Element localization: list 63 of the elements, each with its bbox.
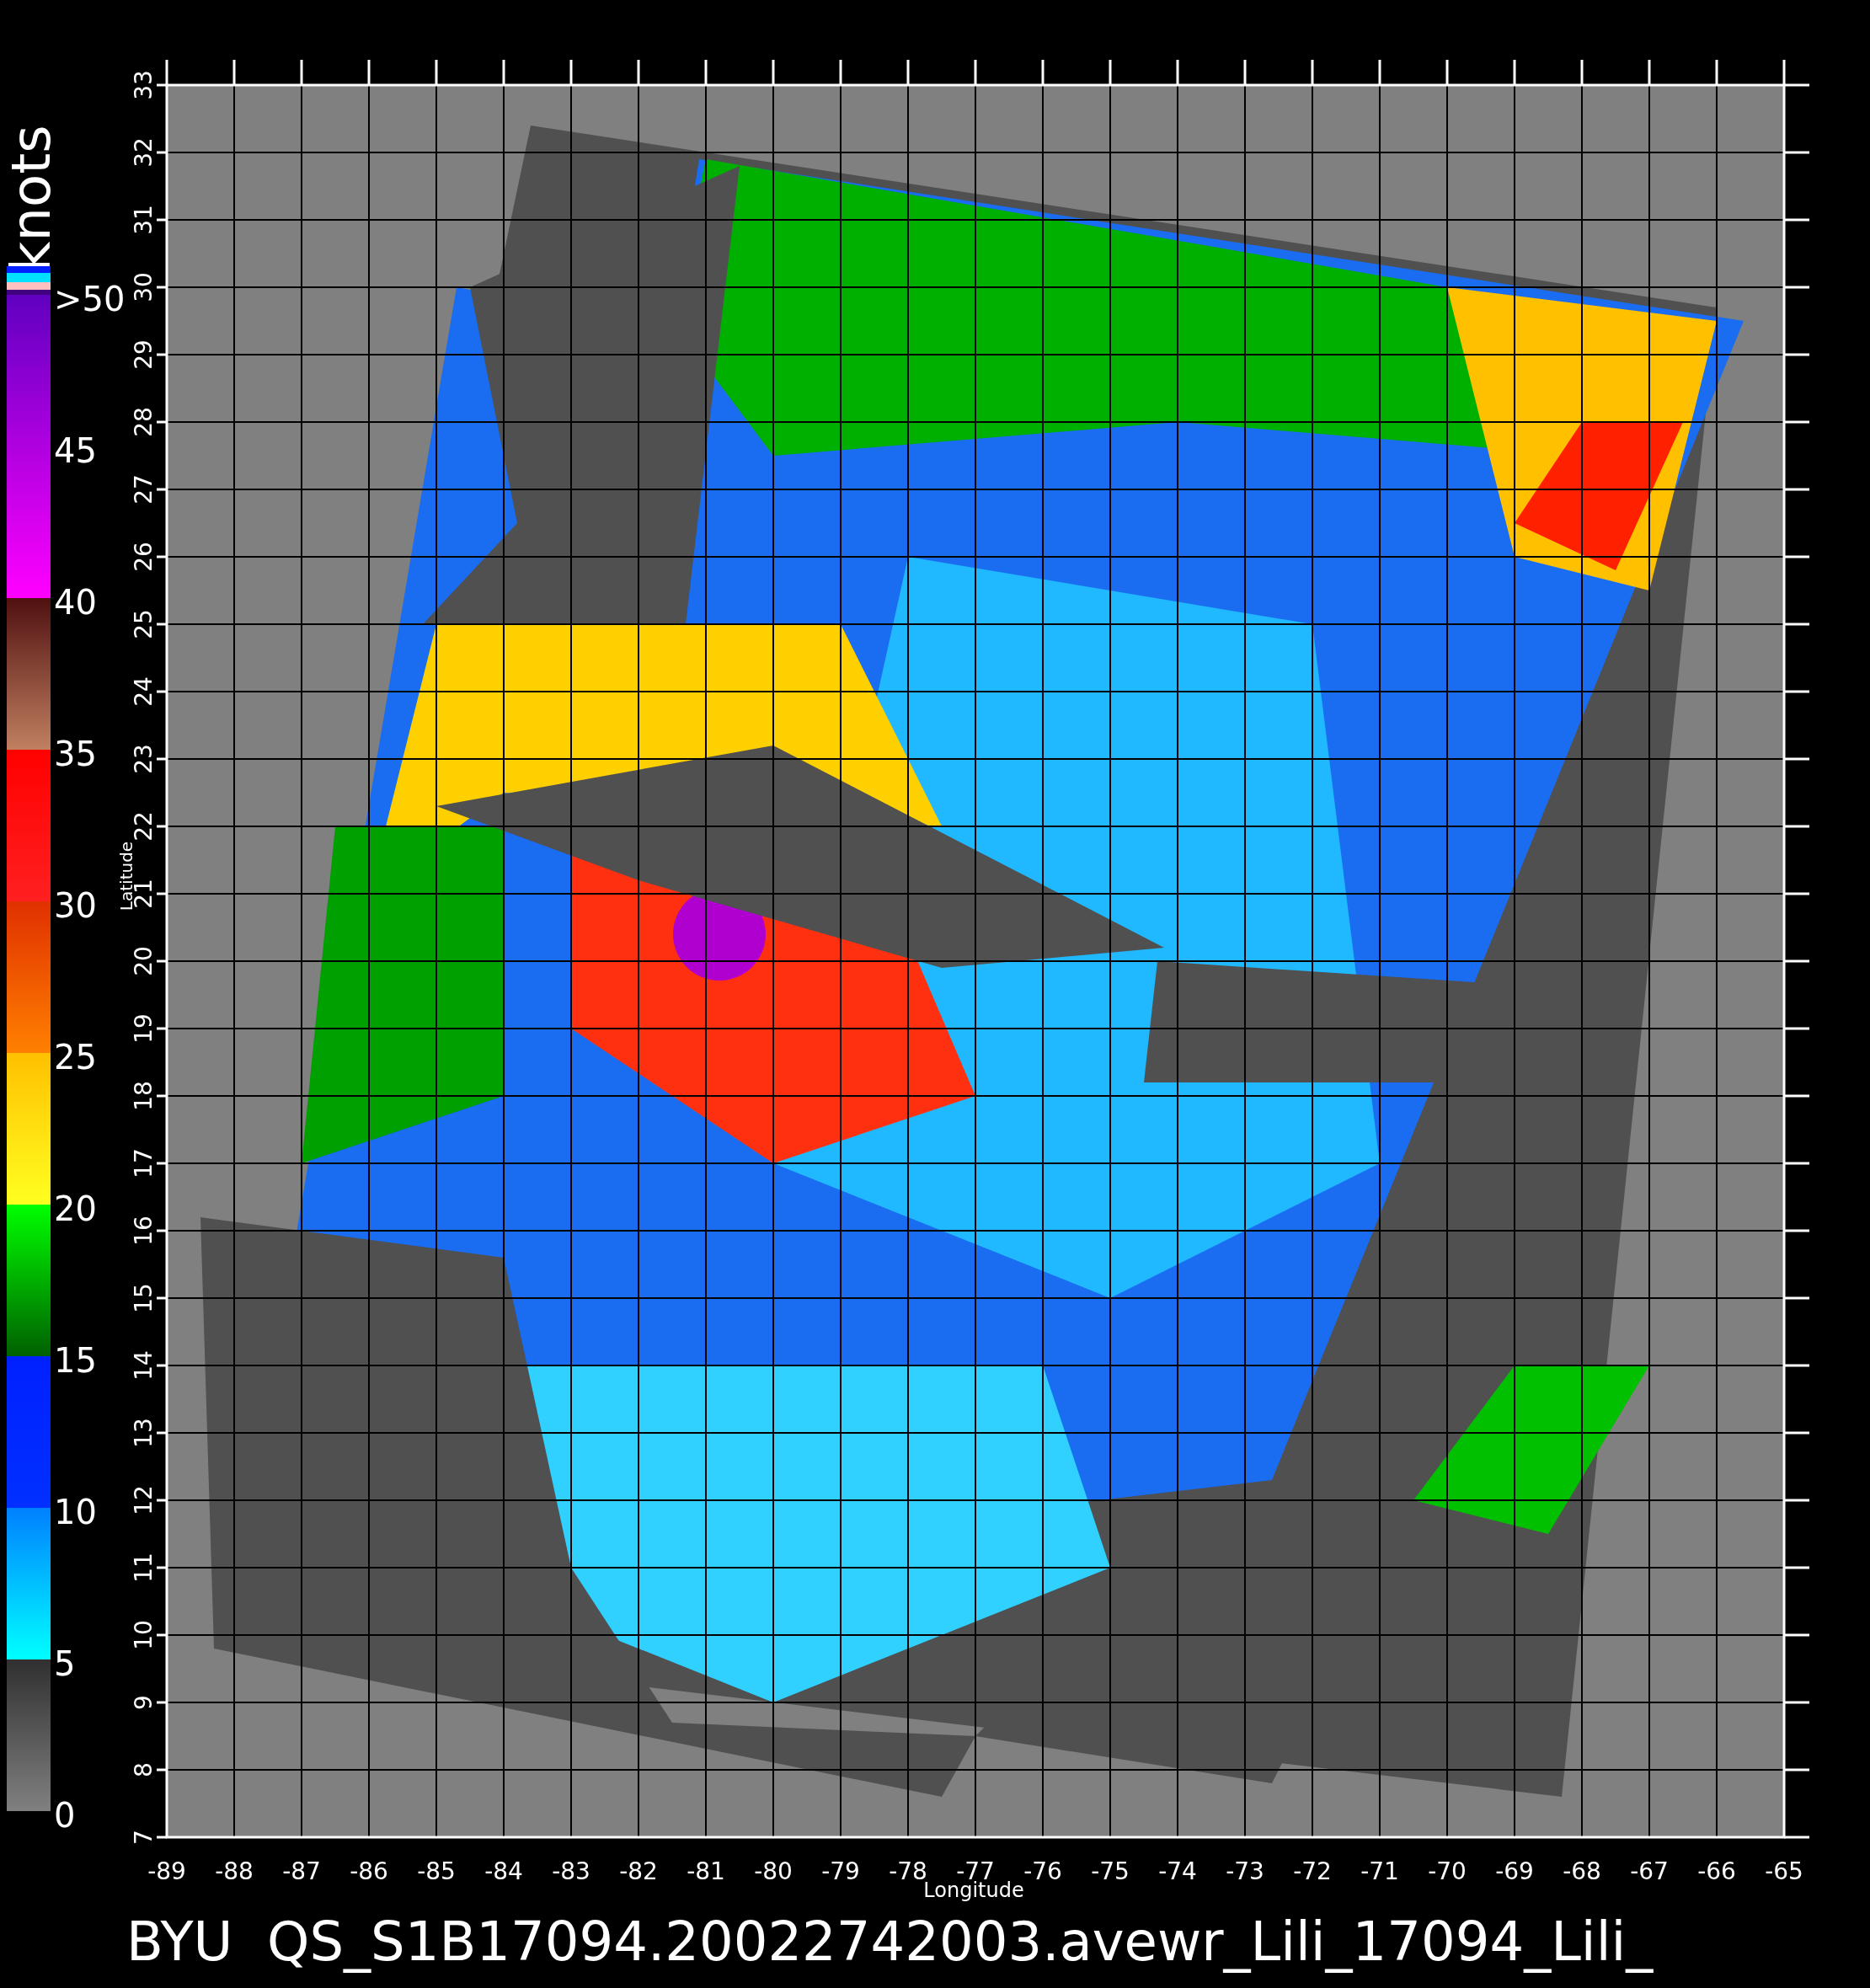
tick-label: 9: [129, 1695, 158, 1710]
scale-label: 45: [54, 430, 97, 472]
tick-label: 11: [129, 1552, 158, 1583]
tick-label: -82: [619, 1857, 658, 1885]
scale-label: 35: [54, 734, 97, 775]
tick-label: -75: [1091, 1857, 1130, 1885]
tick-label: -79: [821, 1857, 860, 1885]
tick-label: 15: [129, 1283, 158, 1313]
tick-label: 19: [129, 1013, 158, 1044]
tick-label: -88: [215, 1857, 254, 1885]
scale-label: 0: [54, 1795, 76, 1836]
tick-label: 20: [129, 946, 158, 976]
tick-label: 27: [129, 474, 158, 505]
tick-label: 28: [129, 407, 158, 437]
tick-label: -81: [687, 1857, 725, 1885]
tick-label: 17: [129, 1148, 158, 1178]
tick-label: 12: [129, 1485, 158, 1515]
tick-label: 16: [129, 1216, 158, 1246]
scale-label: 30: [54, 885, 97, 927]
tick-label: 26: [129, 542, 158, 572]
scale-label: >50: [54, 279, 126, 320]
tick-label: -74: [1158, 1857, 1197, 1885]
tick-label: 25: [129, 609, 158, 639]
tick-label: 8: [129, 1762, 158, 1777]
tick-label: -76: [1023, 1857, 1062, 1885]
tick-label: 7: [129, 1830, 158, 1845]
tick-label: -67: [1630, 1857, 1669, 1885]
tick-label: -70: [1428, 1857, 1467, 1885]
tick-label: -86: [350, 1857, 388, 1885]
tick-label: -69: [1495, 1857, 1534, 1885]
tick-label: -83: [552, 1857, 590, 1885]
tick-label: -84: [484, 1857, 523, 1885]
tick-label: 30: [129, 272, 158, 302]
caption: BYU QS_S1B17094.20022742003.avewr_Lili_17094_Lili_: [126, 1910, 1654, 1975]
scale-label: 25: [54, 1037, 97, 1078]
tick-label: 18: [129, 1081, 158, 1111]
tick-label: 31: [129, 205, 158, 235]
tick-label: -66: [1697, 1857, 1736, 1885]
tick-label: -89: [147, 1857, 186, 1885]
tick-label: 13: [129, 1418, 158, 1448]
scale-label: 20: [54, 1189, 97, 1230]
tick-label: 32: [129, 137, 158, 168]
tick-label: -72: [1293, 1857, 1332, 1885]
tick-label: 10: [129, 1620, 158, 1650]
tick-label: 22: [129, 811, 158, 842]
scale-label: 40: [54, 582, 97, 623]
scale-label: 10: [54, 1492, 97, 1533]
colorbar-cap: [7, 266, 51, 295]
unit-label: knots: [1, 124, 61, 275]
tick-label: -71: [1360, 1857, 1399, 1885]
tick-label: -65: [1765, 1857, 1803, 1885]
tick-label: 33: [129, 70, 158, 100]
tick-label: 29: [129, 339, 158, 370]
scale-label: 5: [54, 1643, 76, 1685]
tick-label: 14: [129, 1350, 158, 1381]
tick-label: -85: [417, 1857, 456, 1885]
tick-label: 23: [129, 744, 158, 774]
scale-label: 15: [54, 1340, 97, 1381]
tick-label: -68: [1563, 1857, 1601, 1885]
tick-label: -80: [754, 1857, 793, 1885]
tick-label: 24: [129, 676, 158, 707]
tick-label: -73: [1226, 1857, 1264, 1885]
tick-label: -87: [282, 1857, 321, 1885]
